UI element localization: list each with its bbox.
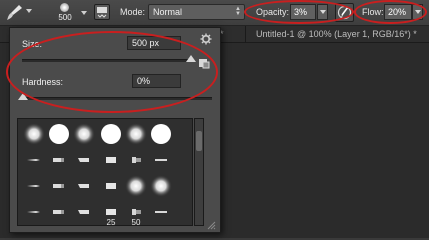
chevron-down-icon	[415, 10, 421, 14]
mode-select[interactable]: Normal ▲ ▼	[148, 4, 245, 20]
hardness-slider-track[interactable]	[22, 97, 212, 100]
brush-preset-22[interactable]: 25	[99, 200, 123, 227]
brush-preset-10[interactable]	[99, 148, 123, 172]
scrollbar-thumb[interactable]	[196, 131, 202, 151]
mode-label: Mode:	[120, 7, 146, 17]
brush-tip-preview	[60, 3, 69, 12]
flow-label: Flow:	[362, 7, 384, 17]
document-tab-active[interactable]: Untitled-1 @ 100% (Layer 1, RGB/16*) *	[245, 26, 417, 43]
brush-preset-17[interactable]	[124, 174, 148, 198]
brush-preset-4[interactable]	[99, 122, 123, 146]
brush-picker-caret[interactable]	[81, 11, 87, 15]
brush-preset-size-label: 25	[106, 218, 116, 227]
new-preset-icon[interactable]	[198, 57, 210, 69]
hardness-input[interactable]: 0%	[132, 74, 181, 88]
tool-preset-caret[interactable]	[26, 9, 32, 13]
brush-preset-6[interactable]	[149, 122, 173, 146]
mode-value: Normal	[153, 7, 183, 17]
brush-preset-18[interactable]	[149, 174, 173, 198]
resize-grip-icon[interactable]	[206, 220, 216, 230]
brush-preset-20[interactable]	[47, 200, 71, 224]
brush-preset-grid: 25 50	[17, 118, 193, 227]
brush-preset-5[interactable]	[124, 122, 148, 146]
opacity-input[interactable]: 3%	[290, 4, 316, 20]
brush-icon[interactable]	[4, 3, 24, 23]
brush-preset-14[interactable]	[47, 174, 71, 198]
size-label: Size:	[22, 39, 43, 49]
preset-scrollbar[interactable]	[194, 118, 204, 226]
brush-preset-panel: Size: 500 px Hardness: 0% 25 50	[9, 27, 221, 233]
brush-preset-21[interactable]	[72, 200, 96, 224]
size-input[interactable]: 500 px	[127, 36, 181, 50]
hardness-slider-thumb[interactable]	[18, 93, 28, 100]
gear-icon[interactable]	[200, 33, 212, 45]
brush-preset-23[interactable]: 50	[124, 200, 148, 227]
brush-preset-2[interactable]	[47, 122, 71, 146]
size-slider-thumb[interactable]	[186, 55, 196, 62]
brush-preset-16[interactable]	[99, 174, 123, 198]
brush-preset-19[interactable]	[22, 200, 46, 224]
select-arrows-icon: ▲ ▼	[235, 6, 241, 17]
brush-preset-size-label: 50	[131, 218, 141, 227]
brush-preset-12[interactable]	[149, 148, 173, 172]
brush-preset-11[interactable]	[124, 148, 148, 172]
options-bar: 500 Mode: Normal ▲ ▼ Opacity: 3% Flow: 20…	[0, 0, 429, 26]
brush-preset-24[interactable]	[149, 200, 173, 224]
brush-preset-8[interactable]	[47, 148, 71, 172]
flow-slider-button[interactable]	[412, 4, 423, 20]
brush-preset-15[interactable]	[72, 174, 96, 198]
hardness-label: Hardness:	[22, 77, 64, 87]
chevron-down-icon	[320, 10, 326, 14]
brush-preset-7[interactable]	[22, 148, 46, 172]
tablet-pressure-icon[interactable]	[335, 3, 354, 22]
brush-panel-icon[interactable]	[94, 4, 110, 20]
brush-preset-9[interactable]	[72, 148, 96, 172]
brush-preset-picker[interactable]: 500	[52, 2, 78, 24]
opacity-slider-button[interactable]	[317, 4, 328, 20]
brush-preset-1[interactable]	[22, 122, 46, 146]
brush-size-readout: 500	[58, 13, 72, 22]
brush-preset-3[interactable]	[72, 122, 96, 146]
flow-input[interactable]: 20%	[384, 4, 412, 20]
size-slider-track[interactable]	[22, 59, 194, 62]
brush-preset-13[interactable]	[22, 174, 46, 198]
opacity-label: Opacity:	[256, 7, 290, 17]
